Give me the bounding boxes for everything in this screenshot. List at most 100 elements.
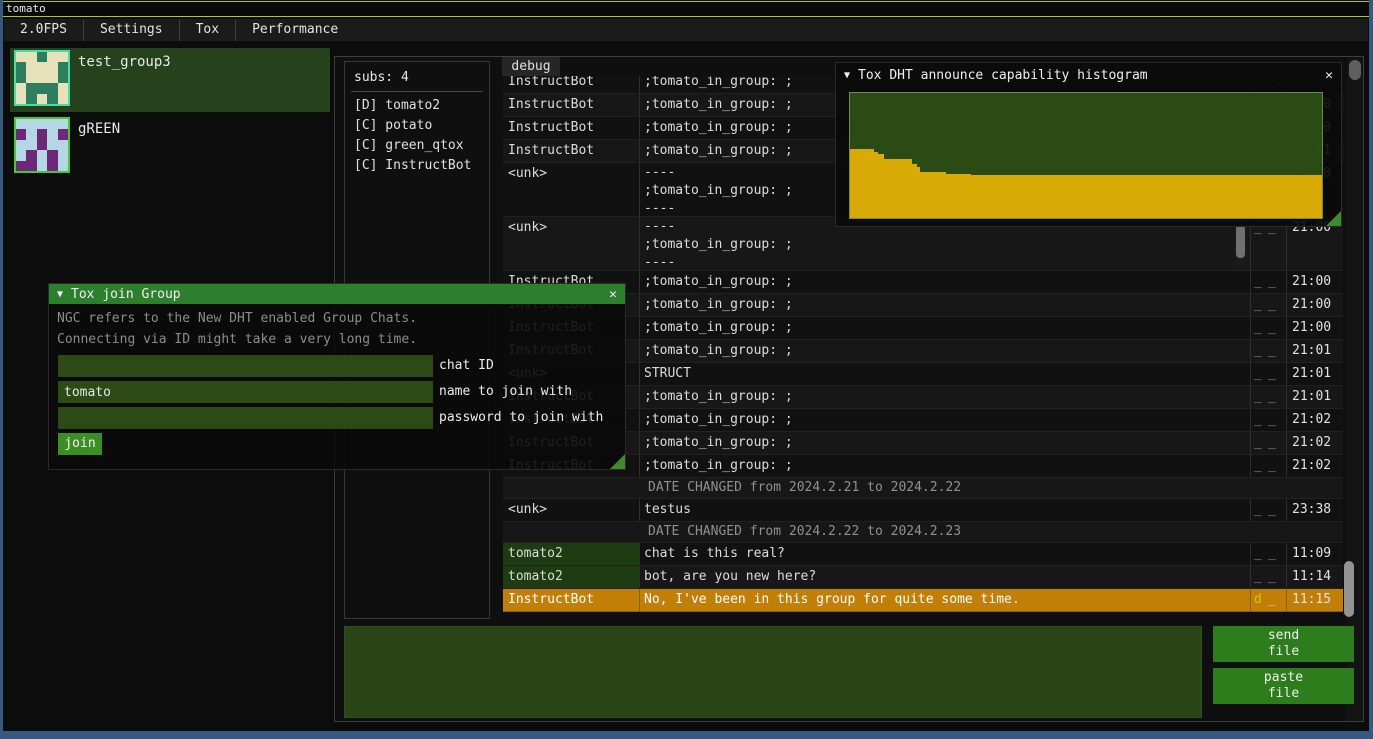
message-text: chat is this real? xyxy=(640,543,1251,565)
receipt-flag: _ xyxy=(1254,455,1262,477)
avatar-pixel xyxy=(37,73,47,83)
avatar-pixel xyxy=(37,94,47,104)
histogram-bar xyxy=(850,149,874,218)
sidebar-item-gREEN[interactable]: gREEN xyxy=(10,115,330,172)
message-text: ;tomato_in_group: ; xyxy=(640,271,1251,293)
histogram-window: ▼ Tox DHT announce capability histogram … xyxy=(835,62,1342,227)
menu-bar: 2.0FPSSettingsToxPerformance xyxy=(4,19,1368,41)
date-row[interactable]: DATE CHANGED from 2024.2.21 to 2024.2.22 xyxy=(503,478,1343,499)
receipt-flag: _ xyxy=(1268,363,1276,385)
group-name: gREEN xyxy=(78,121,120,137)
message-row[interactable]: tomato2bot, are you new here?__11:14 xyxy=(503,566,1343,589)
sidebar-item-test_group3[interactable]: test_group3 xyxy=(10,48,330,112)
avatar-pixels xyxy=(16,52,68,104)
receipt-flags: __ xyxy=(1251,543,1287,565)
receipt-flag: _ xyxy=(1254,340,1262,362)
avatar-pixel xyxy=(16,129,26,139)
receipt-flag: _ xyxy=(1254,317,1262,339)
message-row[interactable]: <unk>STRUCT__21:01 xyxy=(503,363,1343,386)
message-row[interactable]: InstructBot;tomato_in_group: ;__21:00 xyxy=(503,294,1343,317)
subs-member[interactable]: [C] InstructBot xyxy=(345,156,489,176)
avatar-pixel xyxy=(37,83,47,93)
menu-item-tox[interactable]: Tox xyxy=(180,19,235,41)
receipt-flags: __ xyxy=(1251,340,1287,362)
message-text: ;tomato_in_group: ; xyxy=(640,294,1251,316)
avatar-pixel xyxy=(16,150,26,160)
message-row[interactable]: InstructBotNo, I've been in this group f… xyxy=(503,589,1343,612)
message-row[interactable]: InstructBot;tomato_in_group: ;__21:02 xyxy=(503,432,1343,455)
resize-grip-icon[interactable] xyxy=(1326,211,1341,226)
collapse-arrow-icon[interactable]: ▼ xyxy=(57,289,63,300)
receipt-flags: __ xyxy=(1251,317,1287,339)
join-group-titlebar[interactable]: ▼ Tox join Group ✕ xyxy=(49,284,625,304)
subs-member[interactable]: [D] tomato2 xyxy=(345,96,489,116)
message-row[interactable]: InstructBot;tomato_in_group: ;__21:01 xyxy=(503,386,1343,409)
receipt-flag: _ xyxy=(1268,566,1276,588)
menu-item-performance[interactable]: Performance xyxy=(236,19,354,41)
fps-counter: 2.0FPS xyxy=(4,19,83,41)
subs-member[interactable]: [C] green_qtox xyxy=(345,136,489,156)
avatar-pixel xyxy=(16,83,26,93)
timestamp: 21:02 xyxy=(1287,455,1343,477)
paste-file-button[interactable]: paste file xyxy=(1213,668,1354,704)
join-button[interactable]: join xyxy=(58,433,102,455)
receipt-flag: _ xyxy=(1254,543,1262,565)
timestamp: 11:14 xyxy=(1287,566,1343,588)
avatar-pixel xyxy=(47,73,57,83)
chat-scrollbar-thumb[interactable] xyxy=(1349,60,1361,80)
message-row[interactable]: <unk>testus__23:38 xyxy=(503,499,1343,522)
avatar-pixel xyxy=(37,129,47,139)
cell-scrollbar-thumb[interactable] xyxy=(1236,225,1245,258)
join-password-input[interactable] xyxy=(58,407,433,429)
avatar-pixel xyxy=(47,129,57,139)
avatar-pixel xyxy=(26,140,36,150)
message-row[interactable]: InstructBot;tomato_in_group: ;__21:01 xyxy=(503,340,1343,363)
avatar-pixel xyxy=(58,129,68,139)
avatar-pixel xyxy=(47,161,57,171)
avatar-pixel xyxy=(58,83,68,93)
join-name-input[interactable] xyxy=(58,381,433,403)
subs-member[interactable]: [C] potato xyxy=(345,116,489,136)
chat-scrollbar-track[interactable] xyxy=(1347,58,1363,721)
chat-id-input[interactable] xyxy=(58,355,433,377)
avatar-pixel xyxy=(26,161,36,171)
close-icon[interactable]: ✕ xyxy=(609,287,617,302)
avatar-pixel xyxy=(26,73,36,83)
avatar-pixel xyxy=(16,119,26,129)
receipt-flag: _ xyxy=(1268,455,1276,477)
histogram-titlebar[interactable]: ▼ Tox DHT announce capability histogram … xyxy=(836,63,1341,87)
receipt-flag: _ xyxy=(1254,432,1262,454)
histogram-bar xyxy=(884,159,912,218)
sender-name: InstructBot xyxy=(503,76,640,93)
chat-input[interactable] xyxy=(344,626,1202,718)
timestamp: 21:00 xyxy=(1287,294,1343,316)
resize-grip-icon[interactable] xyxy=(610,454,625,469)
receipt-flag: _ xyxy=(1254,363,1262,385)
message-row[interactable]: InstructBot;tomato_in_group: ;__21:00 xyxy=(503,317,1343,340)
message-row[interactable]: tomato2chat is this real?__11:09 xyxy=(503,543,1343,566)
avatar-pixel xyxy=(37,62,47,72)
receipt-flag: _ xyxy=(1268,271,1276,293)
message-row[interactable]: InstructBot;tomato_in_group: ;__21:02 xyxy=(503,409,1343,432)
message-row[interactable]: InstructBot;tomato_in_group: ;__21:00 xyxy=(503,271,1343,294)
message-line: ;tomato_in_group: ; xyxy=(644,235,1250,253)
close-icon[interactable]: ✕ xyxy=(1325,68,1333,83)
subs-count: subs: 4 xyxy=(345,62,489,85)
messages-scrollbar-thumb[interactable] xyxy=(1344,561,1354,617)
send-file-button[interactable]: send file xyxy=(1213,626,1354,662)
date-row[interactable]: DATE CHANGED from 2024.2.22 to 2024.2.23 xyxy=(503,522,1343,543)
receipt-flag: _ xyxy=(1254,294,1262,316)
avatar-pixel xyxy=(47,52,57,62)
avatar-pixel xyxy=(16,73,26,83)
avatar-pixel xyxy=(58,73,68,83)
message-row[interactable]: InstructBot;tomato_in_group: ;__21:02 xyxy=(503,455,1343,478)
menu-item-settings[interactable]: Settings xyxy=(84,19,179,41)
timestamp: 21:00 xyxy=(1287,317,1343,339)
avatar-pixel xyxy=(58,150,68,160)
collapse-arrow-icon[interactable]: ▼ xyxy=(844,70,850,81)
message-text: ;tomato_in_group: ; xyxy=(640,340,1251,362)
receipt-flag: _ xyxy=(1268,543,1276,565)
message-line: ---- xyxy=(644,253,1250,270)
message-text: ;tomato_in_group: ; xyxy=(640,317,1251,339)
tab-debug[interactable]: debug xyxy=(502,57,560,76)
